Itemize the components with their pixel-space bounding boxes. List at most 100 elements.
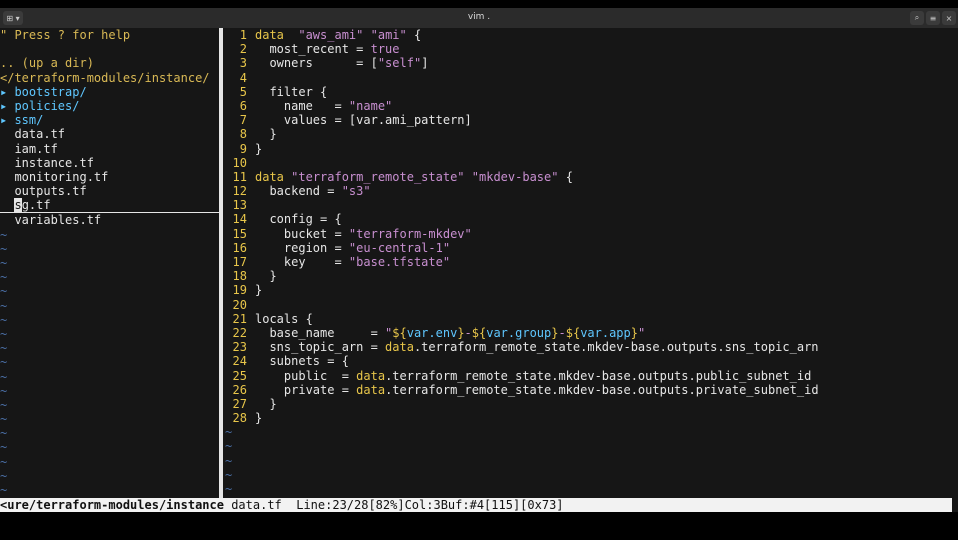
- line-number: 28: [232, 411, 247, 426]
- code-token: "terraform-mkdev": [348, 226, 472, 241]
- code-token: public =: [255, 368, 357, 383]
- vertical-split-divider[interactable]: [219, 28, 223, 498]
- empty-line-marker: ~: [0, 326, 8, 341]
- terminal[interactable]: " Press ? for help .. (up a dir) </terra…: [0, 28, 958, 512]
- code-line[interactable]: 12 backend = "s3": [225, 184, 958, 198]
- code-line[interactable]: 4: [225, 71, 958, 85]
- search-button[interactable]: ⌕: [910, 11, 924, 25]
- empty-line-marker: ~: [0, 284, 8, 299]
- explorer-file-item[interactable]: instance.tf: [0, 156, 219, 170]
- code-line[interactable]: 27 }: [225, 397, 958, 411]
- code-token: var.group: [486, 325, 552, 340]
- line-number: 20: [232, 297, 247, 312]
- explorer-dir-item[interactable]: ▸ bootstrap/: [0, 85, 219, 99]
- line-number: 1: [239, 28, 247, 42]
- code-line[interactable]: 11 data "terraform_remote_state" "mkdev-b…: [225, 170, 958, 184]
- code-line[interactable]: 16 region = "eu-central-1": [225, 241, 958, 255]
- code-token: key =: [255, 255, 349, 269]
- code-token: }: [255, 396, 277, 411]
- explorer-dir-label: ssm/: [14, 113, 44, 128]
- code-line[interactable]: 24 subnets = {: [225, 354, 958, 368]
- code-line[interactable]: 19}: [225, 283, 958, 297]
- code-token: }: [630, 325, 638, 340]
- empty-line-marker: ~: [0, 256, 8, 270]
- code-token: }: [255, 141, 263, 156]
- empty-line-marker: ~: [0, 426, 8, 441]
- explorer-file-label: data.tf: [14, 127, 66, 142]
- empty-line-marker: ~: [0, 270, 8, 285]
- explorer-dir-item[interactable]: ▸ policies/: [0, 99, 219, 113]
- code-line[interactable]: 28}: [225, 411, 958, 425]
- code-token: region =: [255, 240, 349, 255]
- code-line[interactable]: 5 filter {: [225, 85, 958, 99]
- code-line[interactable]: 3 owners = ["self"]: [225, 56, 958, 70]
- code-line[interactable]: 2 most_recent = true: [225, 42, 958, 56]
- code-token: ${: [565, 325, 581, 340]
- code-line[interactable]: 14 config = {: [225, 212, 958, 226]
- code-line[interactable]: 7 values = [var.ami_pattern]: [225, 113, 958, 127]
- code-line[interactable]: 15 bucket = "terraform-mkdev": [225, 227, 958, 241]
- code-line[interactable]: 26 private = data.terraform_remote_state…: [225, 383, 958, 397]
- code-token: sns_topic_arn =: [255, 340, 386, 355]
- code-line[interactable]: 21 locals {: [225, 312, 958, 326]
- menu-button[interactable]: ≡: [926, 11, 940, 25]
- line-number: 10: [232, 155, 247, 170]
- empty-line-marker: ~: [0, 412, 8, 427]
- search-icon: ⌕: [914, 13, 920, 22]
- explorer-file-item[interactable]: outputs.tf: [0, 184, 219, 198]
- code-token: }: [255, 127, 277, 142]
- empty-line-marker: ~: [0, 454, 8, 469]
- code-token: data: [356, 382, 386, 397]
- code-line[interactable]: 23 sns_topic_arn = data.terraform_remote…: [225, 340, 958, 354]
- file-explorer-pane[interactable]: " Press ? for help .. (up a dir) </terra…: [0, 28, 219, 498]
- hamburger-menu-icon: ≡: [929, 13, 937, 23]
- code-line[interactable]: 1 data "aws_ami" "ami" {: [225, 28, 958, 42]
- close-icon: ×: [945, 13, 953, 23]
- editor-pane[interactable]: 1 data "aws_ami" "ami" {2 most_recent = t…: [225, 28, 958, 498]
- explorer-file-label: instance.tf: [14, 155, 94, 170]
- code-token: data: [255, 169, 284, 184]
- code-token: "self": [377, 56, 422, 71]
- code-line[interactable]: 17 key = "base.tfstate": [225, 255, 958, 269]
- status-path: <ure/terraform-modules/instance: [0, 498, 224, 512]
- code-line[interactable]: 25 public = data.terraform_remote_state.…: [225, 369, 958, 383]
- code-token: var.env: [406, 325, 458, 340]
- code-line[interactable]: 20: [225, 298, 958, 312]
- explorer-file-label: sg.tf: [14, 198, 51, 213]
- code-line[interactable]: 9}: [225, 142, 958, 156]
- explorer-file-item[interactable]: sg.tf: [0, 198, 219, 214]
- explorer-up-dir[interactable]: .. (up a dir): [0, 56, 219, 70]
- explorer-file-label: outputs.tf: [14, 184, 87, 199]
- code-line[interactable]: 22 base_name = "${var.env}-${var.group}-…: [225, 326, 958, 340]
- code-token: most_recent =: [255, 42, 371, 57]
- explorer-file-item[interactable]: iam.tf: [0, 142, 219, 156]
- line-number: 16: [232, 240, 247, 255]
- close-button[interactable]: ×: [942, 11, 956, 25]
- line-number: 24: [232, 354, 247, 369]
- code-line[interactable]: 18 }: [225, 269, 958, 283]
- line-number: 17: [232, 255, 247, 269]
- explorer-help: " Press ? for help: [0, 28, 131, 42]
- code-token: ${: [471, 325, 487, 340]
- empty-line-marker: ~: [225, 453, 233, 468]
- line-number: 18: [232, 269, 247, 284]
- empty-line-marker: ~: [0, 312, 8, 327]
- code-line[interactable]: 8 }: [225, 127, 958, 141]
- code-token: true: [370, 42, 400, 57]
- explorer-file-item[interactable]: monitoring.tf: [0, 170, 219, 184]
- code-token: }: [457, 325, 465, 340]
- line-number: 25: [232, 368, 247, 383]
- explorer-file-item[interactable]: variables.tf: [0, 213, 219, 227]
- empty-line-marker: ~: [0, 341, 8, 356]
- explorer-file-item[interactable]: data.tf: [0, 127, 219, 141]
- code-token: "eu-central-1": [348, 240, 451, 255]
- code-line[interactable]: 6 name = "name": [225, 99, 958, 113]
- empty-line-marker: ~: [0, 227, 8, 242]
- explorer-file-label: variables.tf: [14, 213, 102, 228]
- code-token: .terraform_remote_state.mkdev-base.outpu…: [385, 368, 812, 383]
- code-line[interactable]: 13: [225, 198, 958, 212]
- empty-line-marker: ~: [225, 425, 233, 440]
- code-line[interactable]: 10: [225, 156, 958, 170]
- explorer-dir-item[interactable]: ▸ ssm/: [0, 113, 219, 127]
